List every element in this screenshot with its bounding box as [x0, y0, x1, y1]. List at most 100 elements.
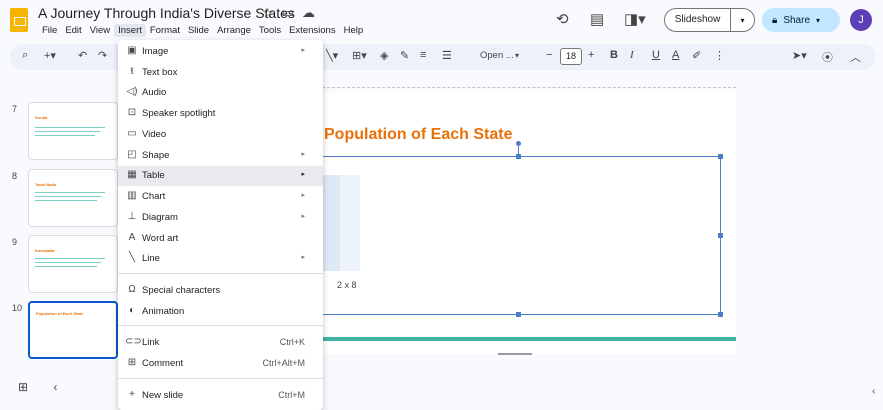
italic-button[interactable]: I	[630, 49, 634, 61]
resize-handle[interactable]	[718, 312, 723, 317]
image-icon: ▣	[127, 45, 137, 56]
highlight-icon[interactable]: ✐	[692, 49, 701, 62]
rotate-handle[interactable]	[516, 141, 521, 146]
collapse-toolbar-icon[interactable]: ︿	[850, 49, 861, 65]
underline-button[interactable]: U	[652, 49, 660, 61]
menu-bar: File Edit View Insert Format Slide Arran…	[38, 24, 367, 37]
avatar[interactable]: J	[850, 9, 872, 31]
menu-extensions[interactable]: Extensions	[285, 24, 339, 37]
comments-icon[interactable]: ▤	[590, 10, 604, 28]
menu-divider	[118, 273, 323, 274]
grid-view-icon[interactable]: ⊞	[18, 380, 28, 394]
audio-icon: ◁)	[126, 86, 138, 97]
undo-icon[interactable]: ↶	[78, 49, 87, 62]
selected-placeholder[interactable]	[320, 156, 721, 315]
resize-handle[interactable]	[516, 312, 521, 317]
menu-edit[interactable]: Edit	[61, 24, 85, 37]
chart-icon: ▥	[127, 190, 137, 201]
slides-logo-icon[interactable]	[10, 8, 28, 32]
move-folder-icon[interactable]: ▭	[282, 5, 294, 21]
menu-item-table[interactable]: ▦ Table ▸	[118, 166, 323, 186]
menu-view[interactable]: View	[86, 24, 114, 37]
expand-side-panel-icon[interactable]: ‹	[872, 386, 875, 397]
border-dash-icon[interactable]: ☰	[442, 49, 452, 62]
font-size-input[interactable]: 18	[560, 48, 582, 65]
meet-camera-icon[interactable]: ◨▾	[624, 10, 646, 28]
slide-thumbnail-selected[interactable]: Population of Each State	[28, 301, 118, 359]
resize-handle[interactable]	[516, 154, 521, 159]
menu-item-new-slide[interactable]: + New slide Ctrl+M	[118, 386, 323, 406]
animation-icon: ◐	[128, 305, 136, 316]
document-title[interactable]: A Journey Through India's Diverse States	[38, 5, 295, 21]
font-name-select[interactable]: Open ...	[480, 50, 514, 61]
menu-item-special-characters[interactable]: Ω Special characters	[118, 281, 323, 301]
insert-icon[interactable]: ⊞▾	[352, 49, 367, 62]
menu-item-link[interactable]: ⊂⊃ Link Ctrl+K	[118, 333, 323, 353]
menu-slide[interactable]: Slide	[184, 24, 213, 37]
submenu-arrow-icon: ▸	[301, 192, 305, 199]
shape-icon: ◰	[127, 149, 137, 160]
menu-divider	[118, 378, 323, 379]
menu-help[interactable]: Help	[340, 24, 368, 37]
submenu-arrow-icon: ▸	[301, 171, 305, 178]
menu-item-audio[interactable]: ◁) Audio	[118, 83, 323, 103]
menu-item-chart[interactable]: ▥ Chart ▸	[118, 187, 323, 207]
star-icon[interactable]: ☆	[262, 5, 274, 21]
menu-arrange[interactable]: Arrange	[213, 24, 255, 37]
line-tool-icon[interactable]: ╲▾	[326, 49, 338, 62]
menu-format[interactable]: Format	[146, 24, 184, 37]
collapse-filmstrip-icon[interactable]: ‹	[53, 380, 57, 394]
redo-icon[interactable]: ↷	[98, 49, 107, 62]
slideshow-button[interactable]: Slideshow ▾	[664, 8, 755, 32]
fill-color-icon[interactable]: ◈	[380, 49, 388, 62]
border-color-icon[interactable]: ✎	[400, 49, 409, 62]
menu-item-diagram[interactable]: ⊥ Diagram ▸	[118, 208, 323, 228]
slide-thumbnail[interactable]: Kerala	[28, 102, 118, 160]
transition-icon[interactable]: ⦿	[822, 49, 833, 65]
thumbnail-title: Tamil Nadu	[35, 182, 57, 187]
share-button[interactable]: 🔒︎ Share ▾	[762, 8, 840, 32]
word-art-icon: A	[128, 232, 136, 243]
slide-number: 10	[12, 303, 23, 313]
resize-handle[interactable]	[718, 233, 723, 238]
text-color-button[interactable]: A	[672, 49, 679, 61]
menu-item-line[interactable]: ╲ Line ▸	[118, 249, 323, 269]
menu-item-comment[interactable]: ⊞ Comment Ctrl+Alt+M	[118, 354, 323, 374]
menu-item-image[interactable]: ▣ Image ▸	[118, 42, 323, 62]
submenu-arrow-icon: ▸	[301, 213, 305, 220]
horizontal-ruler	[322, 76, 736, 88]
increase-font-icon[interactable]: +	[588, 49, 594, 61]
menu-item-animation[interactable]: ◐ Animation	[118, 302, 323, 322]
slide-number: 8	[12, 171, 18, 181]
resize-handle[interactable]	[718, 154, 723, 159]
slide-heading[interactable]: Population of Each State	[324, 126, 512, 144]
menu-tools[interactable]: Tools	[255, 24, 285, 37]
history-icon[interactable]: ⟲	[556, 10, 569, 28]
menu-item-text-box[interactable]: ŧ Text box	[118, 63, 323, 83]
text-box-icon: ŧ	[130, 66, 134, 77]
border-weight-icon[interactable]: ≡	[420, 49, 426, 61]
slide-thumbnail[interactable]: Karnataka	[28, 235, 118, 293]
menu-insert[interactable]: Insert	[114, 24, 146, 37]
cloud-status-icon[interactable]: ☁	[302, 5, 315, 21]
menu-item-video[interactable]: ▭ Video	[118, 125, 323, 145]
diagram-icon: ⊥	[127, 211, 137, 222]
slideshow-dropdown-icon[interactable]: ▾	[731, 16, 754, 25]
bold-button[interactable]: B	[610, 49, 618, 61]
slide-thumbnail[interactable]: Tamil Nadu	[28, 169, 118, 227]
menu-file[interactable]: File	[38, 24, 61, 37]
speaker-notes-handle[interactable]	[498, 353, 532, 355]
search-menus-icon[interactable]: ⌕	[22, 49, 28, 62]
speaker-spotlight-icon: ⊡	[127, 107, 137, 118]
slideshow-label[interactable]: Slideshow	[665, 9, 731, 31]
more-options-icon[interactable]: ⋮	[714, 49, 725, 62]
new-slide-icon[interactable]: +▾	[44, 49, 56, 62]
decrease-font-icon[interactable]: −	[546, 49, 552, 61]
menu-item-speaker-spotlight[interactable]: ⊡ Speaker spotlight	[118, 104, 323, 124]
menu-item-word-art[interactable]: A Word art	[118, 229, 323, 249]
new-slide-icon: +	[129, 389, 135, 400]
menu-item-shape[interactable]: ◰ Shape ▸	[118, 146, 323, 166]
share-dropdown-icon[interactable]: ▾	[816, 16, 820, 25]
select-tool-icon[interactable]: ➤▾	[792, 49, 807, 62]
font-dropdown-icon[interactable]: ▾	[515, 51, 519, 60]
